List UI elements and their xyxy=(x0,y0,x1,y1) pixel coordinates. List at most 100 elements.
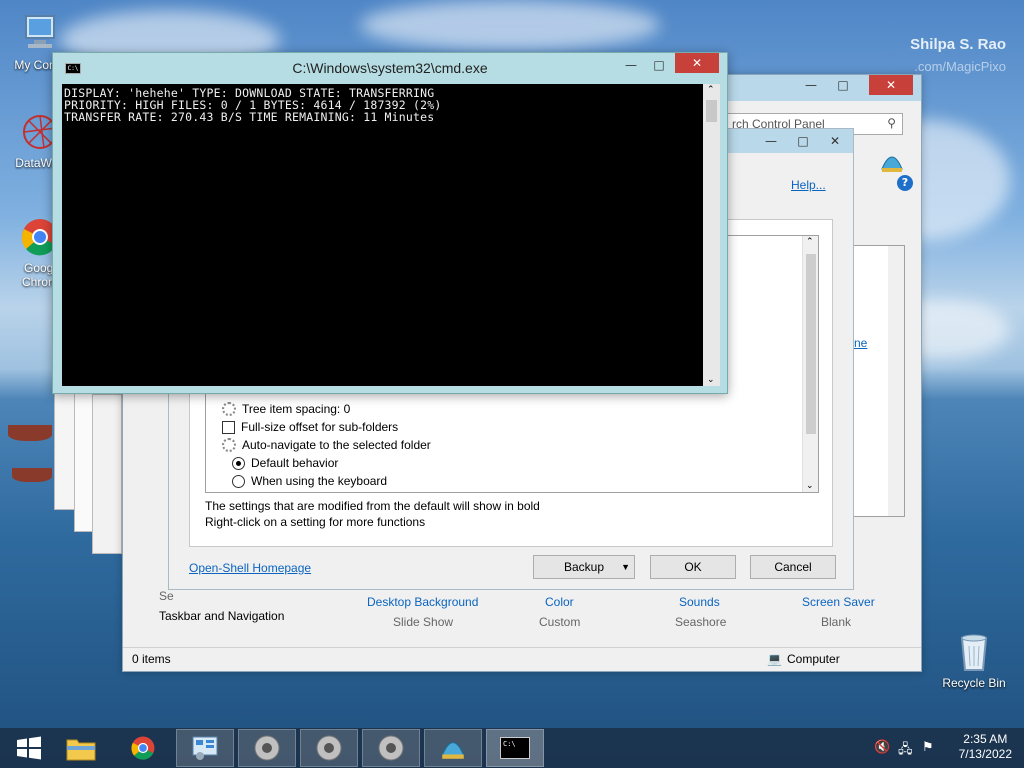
cmd-window[interactable]: C:\ C:\Windows\system32\cmd.exe — □ ✕ DI… xyxy=(52,52,728,394)
color-value: Custom xyxy=(539,615,581,629)
console-output: DISPLAY: 'hehehe' TYPE: DOWNLOAD STATE: … xyxy=(64,87,442,123)
taskbar-file-explorer[interactable] xyxy=(52,729,110,767)
close-button[interactable]: ✕ xyxy=(869,75,913,95)
desktop-icon-recycle-bin[interactable]: Recycle Bin xyxy=(936,630,1012,690)
computer-icon xyxy=(18,12,62,56)
speaker-icon xyxy=(378,735,404,761)
ok-button[interactable]: OK xyxy=(650,555,736,579)
desktop-background-link[interactable]: Desktop Background xyxy=(367,595,478,609)
desktop-background-value: Slide Show xyxy=(393,615,454,629)
taskbar-navigation-link[interactable]: Taskbar and Navigation xyxy=(159,609,284,623)
settings-note: The settings that are modified from the … xyxy=(205,499,540,529)
chrome-icon xyxy=(131,736,155,760)
scrollbar[interactable] xyxy=(888,246,904,516)
maximize-button[interactable]: □ xyxy=(829,75,857,95)
taskbar: C:\ 🔇 🖧 ⚑ 2:35 AM 7/13/2022 xyxy=(0,728,1024,768)
list-item[interactable]: Auto-navigate to the selected folder xyxy=(222,436,431,454)
status-location: Computer xyxy=(787,652,840,666)
color-link[interactable]: Color xyxy=(545,595,574,609)
cmd-console[interactable]: DISPLAY: 'hehehe' TYPE: DOWNLOAD STATE: … xyxy=(62,84,720,386)
list-item[interactable]: Tree item spacing: 0 xyxy=(222,400,350,418)
clock[interactable]: 2:35 AM 7/13/2022 xyxy=(959,732,1012,762)
dropdown-arrow-icon[interactable]: ▼ xyxy=(621,556,630,578)
help-icon[interactable]: ? xyxy=(897,175,913,191)
network-icon[interactable]: 🖧 xyxy=(898,740,913,762)
settings-scrollbar[interactable]: ⌃ ⌄ xyxy=(802,236,818,492)
right-pane: ne xyxy=(853,245,905,517)
sounds-link[interactable]: Sounds xyxy=(679,595,720,609)
computer-icon: 💻 xyxy=(767,652,782,666)
scroll-down-icon[interactable]: ⌄ xyxy=(806,481,814,491)
close-button[interactable]: ✕ xyxy=(675,53,719,73)
minimize-button[interactable]: — xyxy=(757,131,785,151)
sounds-value: Seashore xyxy=(675,615,727,629)
setting-gear-icon xyxy=(222,402,236,416)
maximize-button[interactable]: □ xyxy=(645,55,673,75)
status-items: 0 items xyxy=(132,652,171,666)
scroll-up-icon[interactable]: ⌃ xyxy=(806,237,814,247)
note-line: The settings that are modified from the … xyxy=(205,499,540,513)
clock-time: 2:35 AM xyxy=(963,732,1008,746)
note-line: Right-click on a setting for more functi… xyxy=(205,515,426,529)
taskbar-cmd[interactable]: C:\ xyxy=(486,729,544,767)
scroll-up-icon[interactable]: ⌃ xyxy=(707,85,715,95)
left-label-partial: Se xyxy=(159,589,174,603)
scrollbar-thumb[interactable] xyxy=(806,254,816,434)
wallpaper-watermark: Shilpa S. Rao .com/MagicPixo xyxy=(910,36,1006,74)
taskbar-speaker-app[interactable] xyxy=(300,729,358,767)
control-panel-icon xyxy=(192,736,218,760)
taskbar-control-panel[interactable] xyxy=(176,729,234,767)
minimize-button[interactable]: — xyxy=(797,75,825,95)
list-item[interactable]: When using the keyboard xyxy=(232,472,387,490)
taskbar-speaker-app[interactable] xyxy=(238,729,296,767)
setting-label: Full-size offset for sub-folders xyxy=(241,420,399,434)
list-item[interactable]: Full-size offset for sub-folders xyxy=(222,418,398,436)
search-icon[interactable]: ⚲ xyxy=(887,116,896,130)
partial-link[interactable]: ne xyxy=(854,336,867,350)
setting-label: Tree item spacing: 0 xyxy=(242,402,351,416)
taskbar-speaker-app[interactable] xyxy=(362,729,420,767)
maximize-button[interactable]: □ xyxy=(789,131,817,151)
list-item[interactable]: Default behavior xyxy=(232,454,338,472)
open-shell-icon xyxy=(441,742,465,759)
folder-icon xyxy=(66,739,96,761)
cmd-icon: C:\ xyxy=(500,737,530,759)
keyboard-radio[interactable] xyxy=(232,474,245,488)
taskbar-chrome[interactable] xyxy=(114,729,172,767)
setting-gear-icon xyxy=(222,438,236,452)
open-shell-homepage-link[interactable]: Open-Shell Homepage xyxy=(189,561,311,575)
console-line: TRANSFER RATE: 270.43 B/S TIME REMAINING… xyxy=(64,110,435,124)
cmd-scrollbar[interactable]: ⌃ ⌄ xyxy=(703,84,720,386)
setting-label: Default behavior xyxy=(251,456,339,470)
backup-label: Backup xyxy=(563,560,605,574)
setting-label: Auto-navigate to the selected folder xyxy=(242,438,431,452)
watermark-name: Shilpa S. Rao xyxy=(910,36,1006,53)
open-shell-icon xyxy=(879,149,905,175)
speaker-icon xyxy=(316,735,342,761)
default-behavior-radio[interactable] xyxy=(232,456,245,470)
windows-logo-icon xyxy=(17,736,41,760)
watermark-site: .com/MagicPixo xyxy=(914,59,1006,74)
status-bar: 0 items 💻 Computer xyxy=(123,647,921,671)
start-button[interactable] xyxy=(0,729,58,767)
cancel-button[interactable]: Cancel xyxy=(750,555,836,579)
setting-label: When using the keyboard xyxy=(251,474,388,488)
action-center-icon[interactable]: ⚑ xyxy=(922,740,934,755)
help-link[interactable]: Help... xyxy=(791,178,826,192)
cmd-titlebar[interactable]: C:\ C:\Windows\system32\cmd.exe — □ ✕ xyxy=(53,53,727,83)
recycle-bin-icon xyxy=(952,630,996,674)
scrollbar-thumb[interactable] xyxy=(706,100,717,122)
volume-muted-icon[interactable]: 🔇 xyxy=(874,740,890,755)
clock-date: 7/13/2022 xyxy=(958,747,1012,761)
screen-saver-link[interactable]: Screen Saver xyxy=(802,595,875,609)
backup-button[interactable]: Backup ▼ xyxy=(533,555,635,579)
minimize-button[interactable]: — xyxy=(617,55,645,75)
scroll-down-icon[interactable]: ⌄ xyxy=(707,375,715,385)
background-window-edge xyxy=(92,394,122,554)
taskbar-open-shell[interactable] xyxy=(424,729,482,767)
close-button[interactable]: ✕ xyxy=(821,131,849,151)
full-size-offset-checkbox[interactable] xyxy=(222,420,235,434)
desktop-icon-label: Recycle Bin xyxy=(942,676,1006,690)
speaker-icon xyxy=(254,735,280,761)
screen-saver-value: Blank xyxy=(821,615,852,629)
